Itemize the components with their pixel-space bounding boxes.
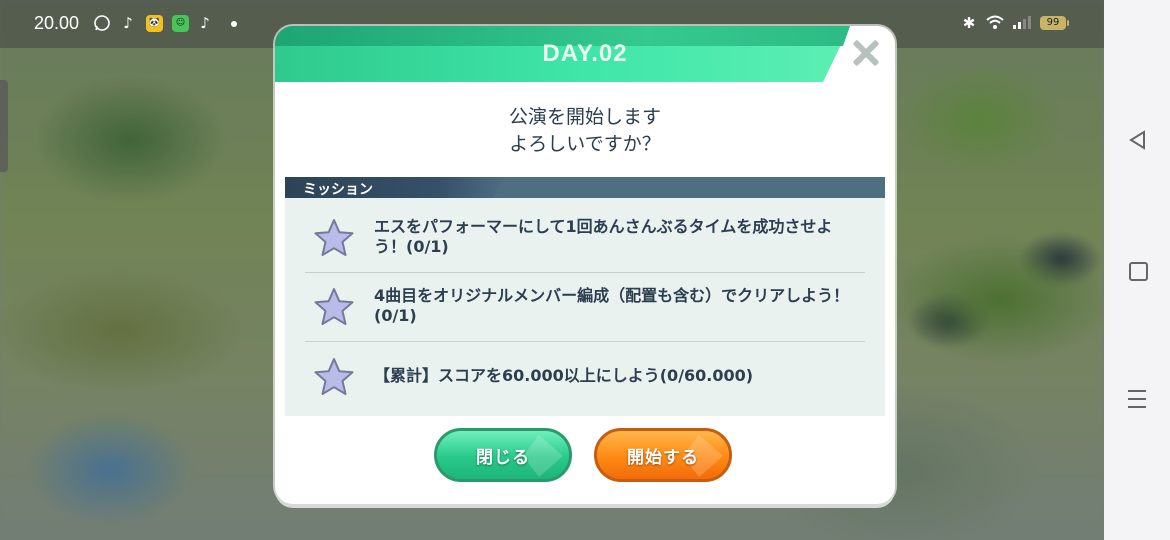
mission-text: エスをパフォーマーにして1回あんさんぶるタイムを成功させよう！(0/1)	[374, 217, 833, 256]
app-notification-icon: 🐼	[146, 15, 163, 32]
side-panel-handle[interactable]	[0, 80, 8, 172]
bluetooth-icon: ✱	[962, 14, 976, 32]
list-item: エスをパフォーマーにして1回あんさんぶるタイムを成功させよう！(0/1)	[305, 198, 865, 273]
mission-text: 4曲目をオリジナルメンバー編成（配置も含む）でクリアしよう！(0/1)	[374, 286, 850, 325]
recent-apps-icon[interactable]	[1128, 390, 1146, 408]
start-performance-dialog: DAY.02 公演を開始します よろしいですか？ ミッション エスをパフォーマー…	[275, 26, 895, 504]
tiktok-icon: ♪	[200, 14, 210, 32]
close-icon[interactable]	[851, 38, 881, 68]
start-button[interactable]: 開始する	[594, 428, 732, 482]
list-item: 4曲目をオリジナルメンバー編成（配置も含む）でクリアしよう！(0/1)	[305, 272, 865, 342]
star-icon	[314, 288, 354, 325]
list-item: 【累計】スコアを60.000以上にしよう(0/60.000)	[305, 342, 865, 416]
prompt-line: よろしいですか？	[509, 133, 661, 155]
more-notifications-icon	[231, 21, 237, 27]
dialog-title: DAY.02	[542, 40, 628, 67]
mission-header-label: ミッション	[303, 182, 373, 198]
confirm-prompt: 公演を開始します よろしいですか？	[275, 104, 895, 158]
wifi-icon	[985, 14, 1005, 32]
back-icon[interactable]	[1128, 130, 1148, 150]
home-icon[interactable]	[1129, 262, 1148, 281]
music-note-icon: ♪	[123, 14, 133, 32]
close-button-label: 閉じる	[476, 448, 530, 468]
mission-list: エスをパフォーマーにして1回あんさんぶるタイムを成功させよう！(0/1) 4曲目…	[285, 198, 885, 416]
signal-icon	[1012, 14, 1032, 32]
star-icon	[314, 219, 354, 256]
start-button-label: 開始する	[627, 448, 699, 468]
mission-section-header: ミッション	[285, 177, 885, 198]
star-icon	[314, 358, 354, 395]
close-button[interactable]: 閉じる	[434, 428, 572, 482]
mission-text: 【累計】スコアを60.000以上にしよう(0/60.000)	[374, 366, 754, 385]
prompt-line: 公演を開始します	[508, 106, 661, 128]
battery-icon: 99	[1040, 16, 1069, 30]
whatsapp-icon	[93, 14, 111, 32]
app-notification-icon: ☺	[172, 15, 189, 32]
status-time: 20.00	[34, 13, 80, 33]
